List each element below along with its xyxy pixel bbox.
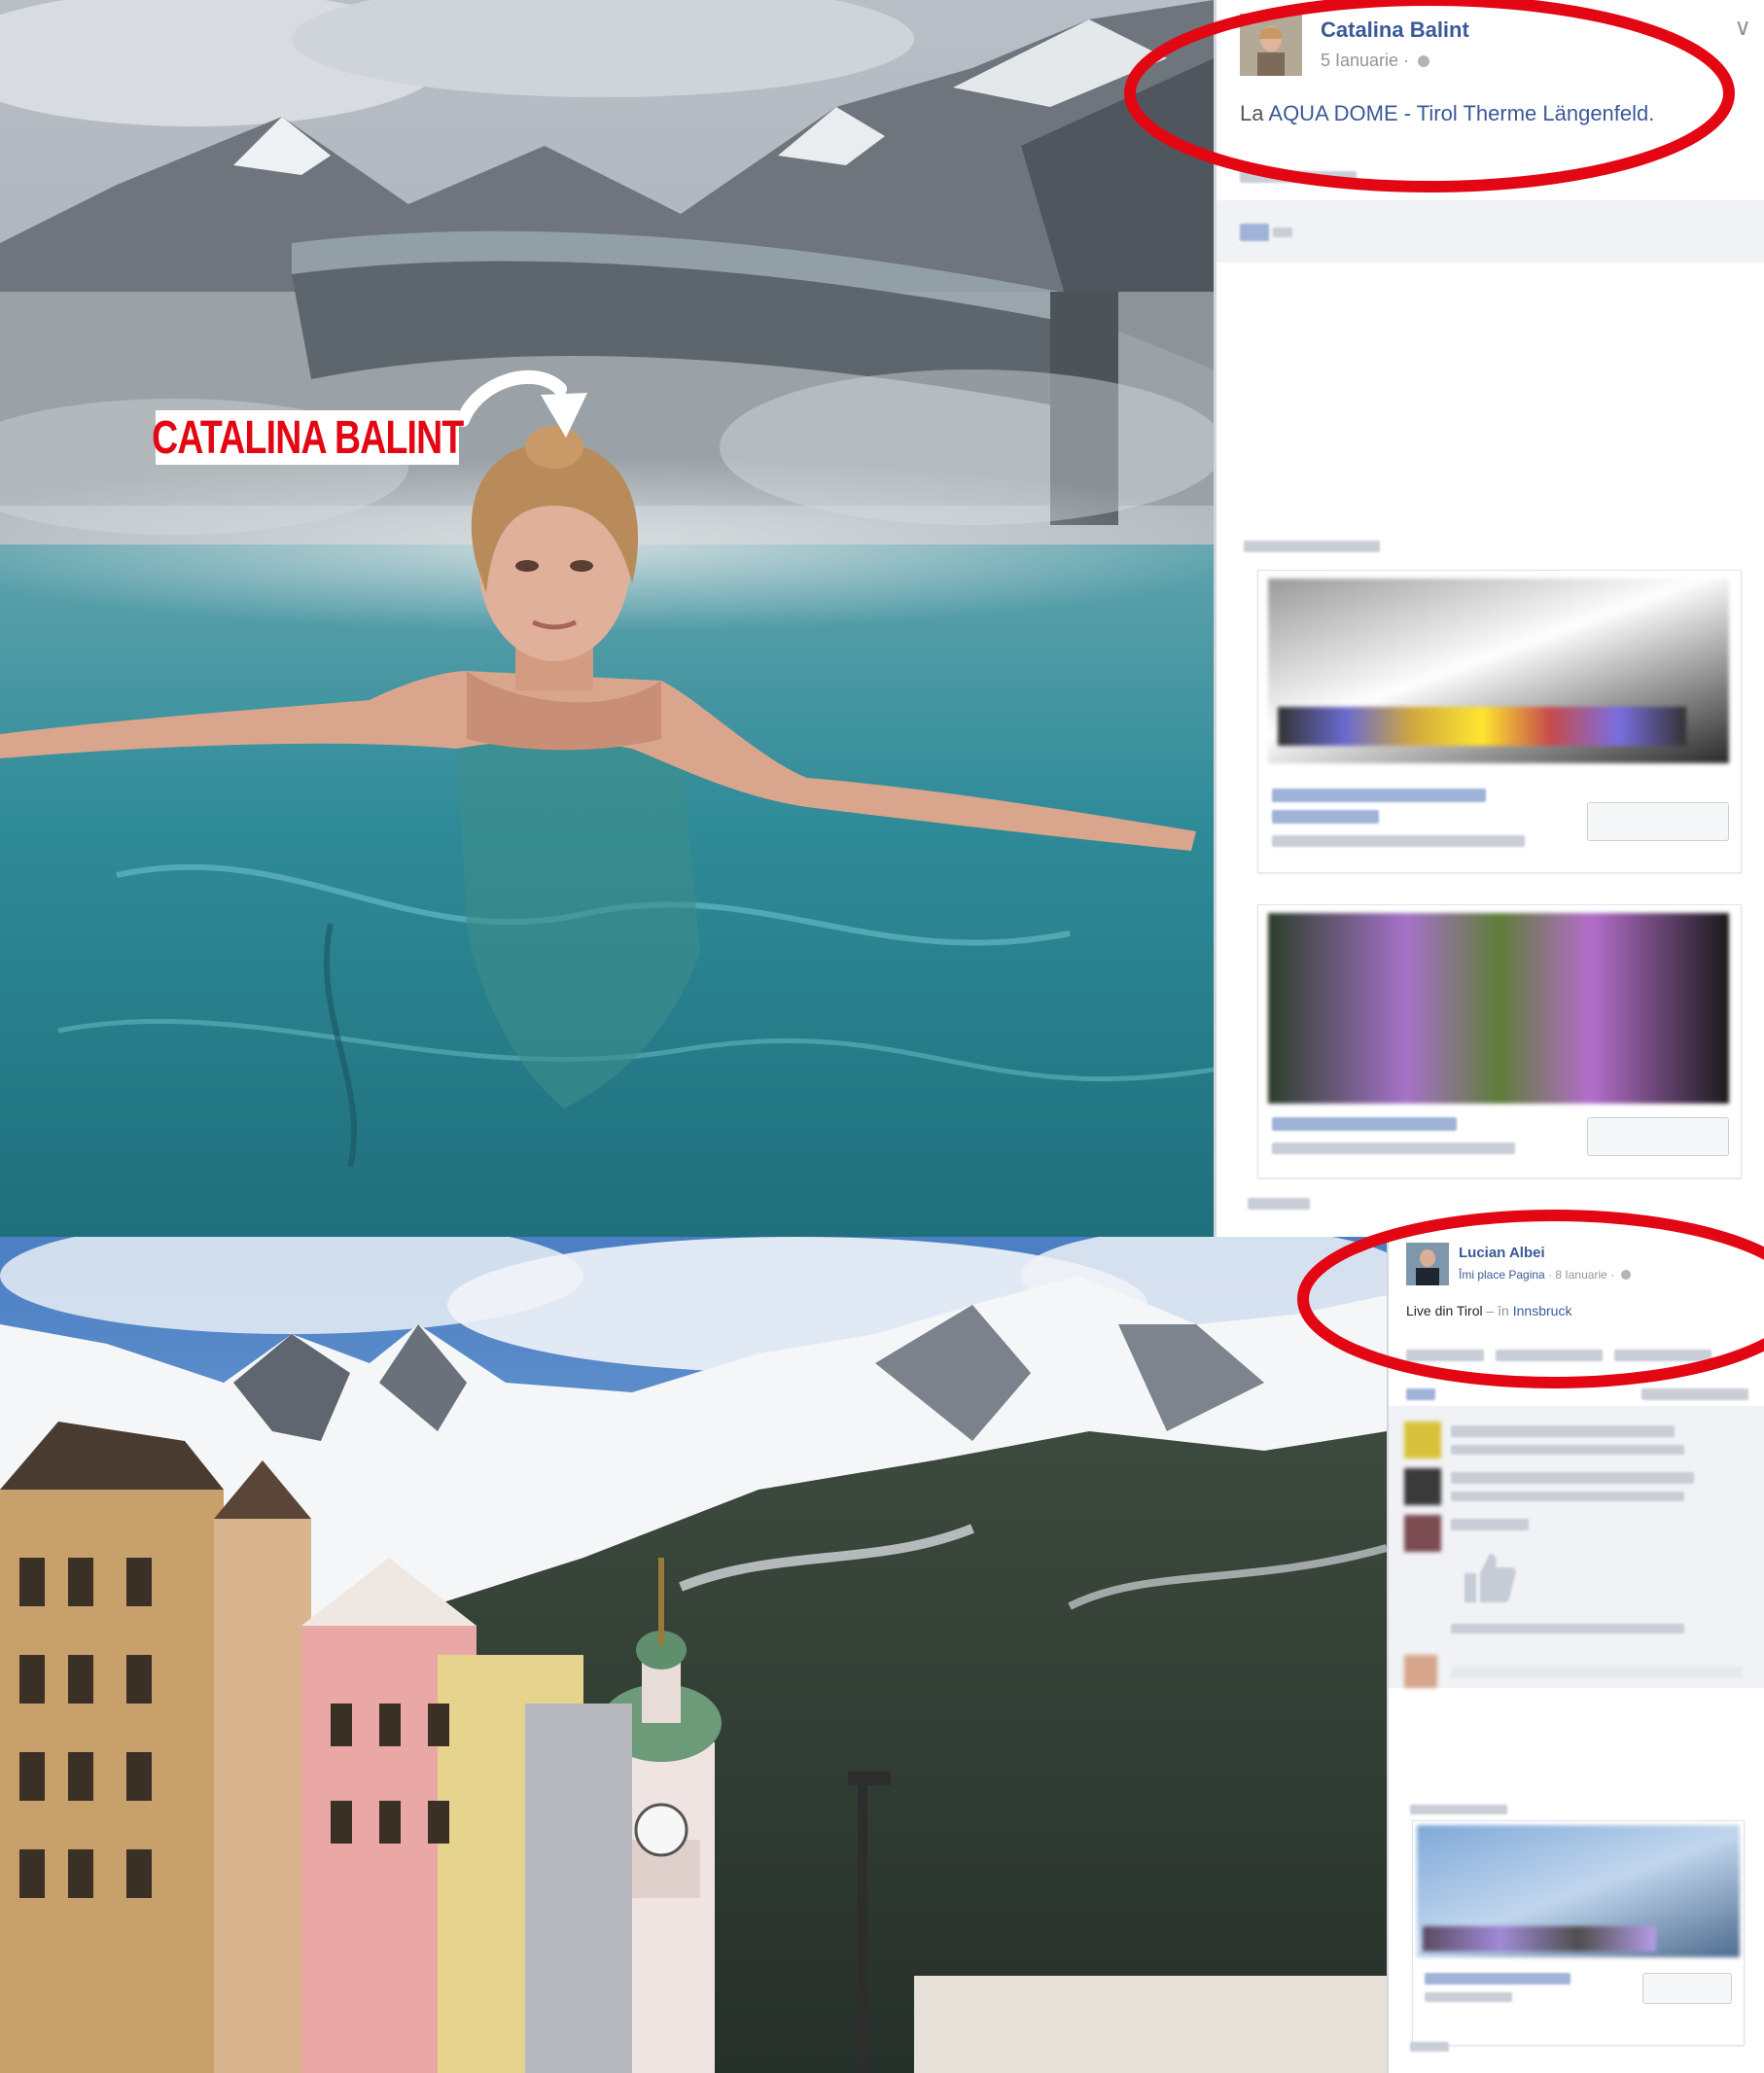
like-count [1240,224,1269,241]
poster-name[interactable]: Lucian Albei [1459,1245,1545,1261]
post-text: La AQUA DOME - Tirol Therme Längenfeld. [1240,101,1654,126]
facebook-post-panel-top: Catalina Balint 5 Ianuarie · ∨ La AQUA D… [1214,0,1764,1237]
suggested-card-2-follow-button[interactable] [1587,1117,1729,1156]
comment-line-1b [1451,1445,1684,1455]
comment-avatar-2 [1404,1468,1441,1505]
chevron-down-icon[interactable]: ∨ [1734,14,1751,42]
comment-line-3 [1451,1519,1529,1530]
comment-line-1 [1451,1425,1675,1437]
related-card[interactable] [1412,1820,1745,2046]
reactions-bar [1240,171,1357,183]
suggested-card-1-strip [1278,707,1686,746]
post-date[interactable]: 8 Ianuarie [1555,1268,1606,1282]
post-text-body: Live din Tirol [1406,1303,1483,1318]
post-meta: Îmi place Pagina · 8 Ianuarie · [1459,1268,1632,1282]
like-page-link[interactable]: Îmi place Pagina [1459,1268,1545,1282]
location-link[interactable]: Innsbruck [1513,1303,1572,1318]
suggested-card-1-follow-button[interactable] [1587,802,1729,841]
related-heading [1410,1805,1507,1814]
suggested-heading [1244,541,1380,552]
place-link[interactable]: AQUA DOME - Tirol Therme Längenfeld. [1268,101,1654,125]
suggested-card-1-title [1272,789,1486,802]
post-date[interactable]: 5 Ianuarie [1321,51,1398,70]
thumbs-up-icon [1464,1554,1516,1602]
avatar[interactable] [1406,1243,1449,1285]
name-overlay-label: CATALINA BALINT [152,410,464,465]
location-prefix: în [1498,1303,1509,1318]
suggested-card-1[interactable] [1257,570,1742,873]
related-card-strip [1423,1926,1656,1951]
footer-label [1410,2042,1449,2052]
avatar[interactable] [1240,14,1302,76]
poster-name[interactable]: Catalina Balint [1321,18,1469,43]
facebook-post-panel-bottom: Lucian Albei Îmi place Pagina · 8 Ianuar… [1387,1237,1764,2073]
action-share[interactable] [1614,1350,1711,1361]
comment-avatar-1 [1404,1422,1441,1458]
suggested-card-2-image [1268,913,1729,1104]
comment-line-2b [1451,1492,1684,1501]
globe-icon [1418,55,1430,67]
related-card-meta [1425,1992,1512,2002]
post-text: Live din Tirol – în Innsbruck [1406,1303,1572,1318]
comment-line-2 [1451,1472,1694,1484]
globe-icon [1621,1270,1632,1280]
name-overlay-text: CATALINA BALINT [151,411,464,464]
comment-line-4 [1451,1624,1684,1634]
comment-avatar-3 [1404,1515,1441,1552]
suggested-card-1-meta [1272,835,1525,847]
write-comment-avatar [1404,1655,1437,1688]
post-text-prefix: La [1240,101,1264,125]
related-card-button[interactable] [1642,1973,1732,2004]
reactions-count [1406,1388,1435,1400]
suggested-card-2-meta [1272,1142,1515,1154]
suggested-card-1-title-2 [1272,810,1379,824]
section-label [1248,1198,1310,1210]
post-meta: 5 Ianuarie · [1321,51,1430,71]
write-comment-input[interactable] [1451,1667,1743,1678]
suggested-card-2[interactable] [1257,904,1742,1178]
like-count-text [1273,228,1292,237]
action-like[interactable] [1406,1350,1484,1361]
suggested-card-2-title [1272,1117,1457,1131]
action-comment[interactable] [1496,1350,1603,1361]
comment-band [1217,200,1764,263]
photo-aqua-dome-pool [0,0,1214,1237]
reactions-more [1641,1388,1748,1400]
related-card-title [1425,1973,1570,1985]
photo-innsbruck [0,1237,1387,2073]
